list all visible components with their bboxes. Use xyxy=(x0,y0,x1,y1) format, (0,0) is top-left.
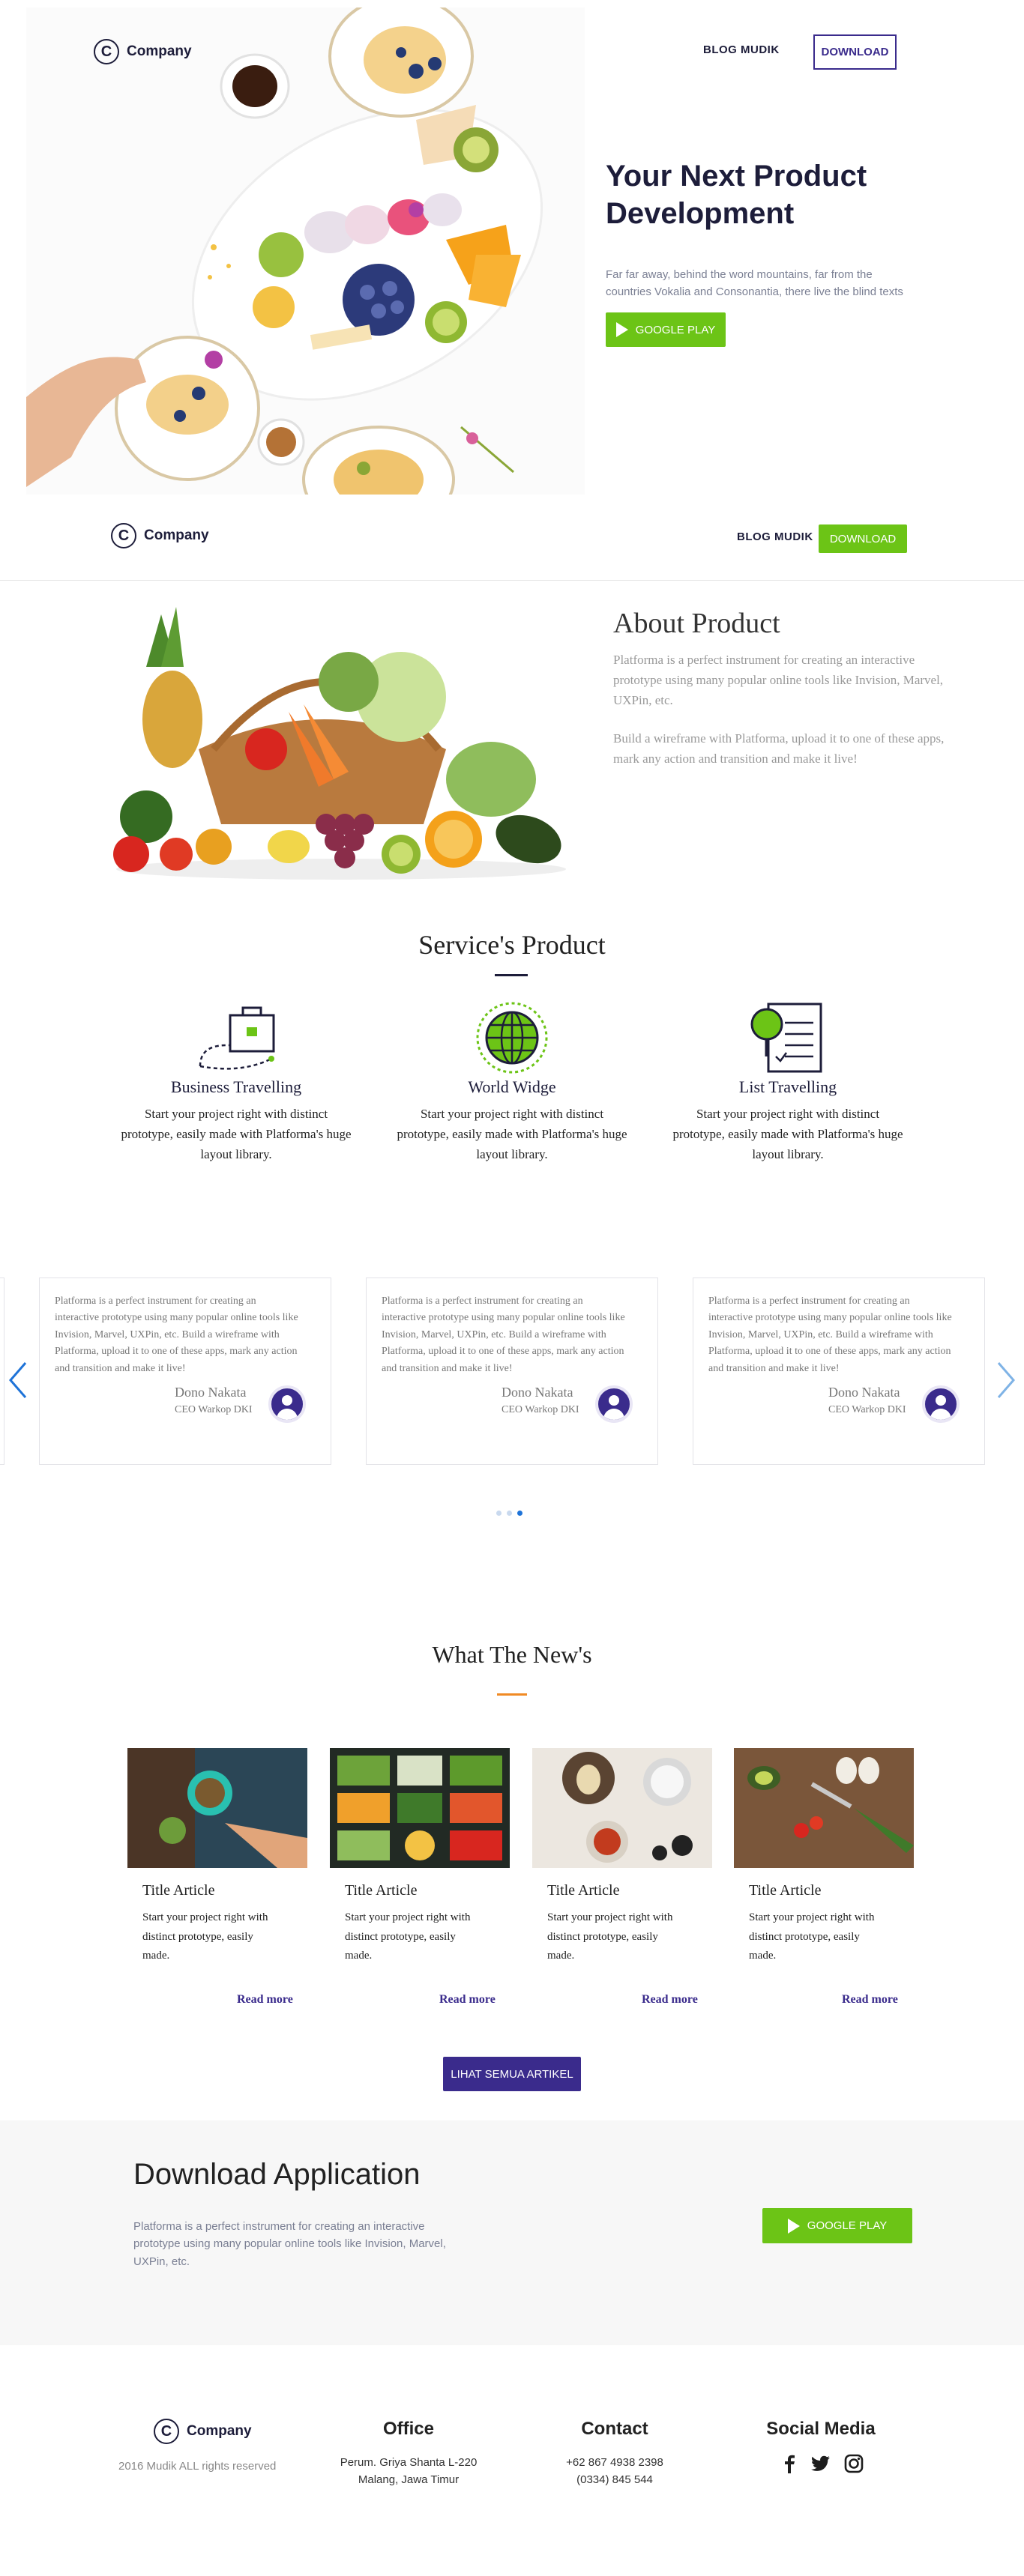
logo-text: Company xyxy=(127,43,192,59)
logo-text: Company xyxy=(187,2423,252,2439)
read-more-link[interactable]: Read more xyxy=(439,1993,496,2007)
instagram-icon[interactable] xyxy=(844,2454,864,2473)
facebook-icon[interactable] xyxy=(781,2454,798,2473)
sticky-download-button[interactable]: DOWNLOAD xyxy=(819,524,907,553)
sticky-logo[interactable]: C Company xyxy=(111,523,209,548)
news-article-title[interactable]: Title Article xyxy=(547,1882,619,1899)
news-article-text: Start your project right with distinct pr… xyxy=(345,1911,471,1962)
testimonial-text: Platforma is a perfect instrument for cr… xyxy=(382,1295,625,1374)
testimonial-role: CEO Warkop DKI xyxy=(828,1404,906,1415)
carousel-dot[interactable] xyxy=(507,1511,512,1516)
read-more-link[interactable]: Read more xyxy=(642,1993,698,2007)
header-logo[interactable]: C Company xyxy=(94,39,192,64)
service-title-business-travelling: Business Travelling xyxy=(170,1077,302,1096)
download-description: Platforma is a perfect instrument for cr… xyxy=(133,2220,446,2268)
testimonial-text: Platforma is a perfect instrument for cr… xyxy=(55,1295,298,1374)
avatar xyxy=(595,1385,633,1423)
hero-google-play-button[interactable]: GOOGLE PLAY xyxy=(606,312,726,347)
hero-image xyxy=(26,7,585,495)
about-paragraph-2: Build a wireframe with Platforma, upload… xyxy=(613,731,945,767)
hero-description: Far far away, behind the word mountains,… xyxy=(606,268,903,299)
news-article-text: Start your project right with distinct pr… xyxy=(142,1911,268,1962)
suitcase-icon xyxy=(196,1000,279,1075)
sticky-nav-blog-mudik[interactable]: BLOG MUDIK xyxy=(737,530,813,543)
twitter-icon[interactable] xyxy=(810,2454,831,2473)
avatar xyxy=(922,1385,960,1423)
about-image xyxy=(101,599,581,884)
testimonial-card: Platforma is a perfect instrument for cr… xyxy=(693,1278,985,1465)
carousel-prev-button[interactable] xyxy=(6,1360,30,1400)
news-article-text: Start your project right with distinct pr… xyxy=(749,1911,875,1962)
footer-office-address: Perum. Griya Shanta L-220 Malang, Jawa T… xyxy=(340,2456,478,2487)
testimonial-name: Dono Nakata xyxy=(828,1385,900,1400)
testimonial-name: Dono Nakata xyxy=(502,1385,573,1400)
download-google-play-button[interactable]: GOOGLE PLAY xyxy=(762,2208,912,2243)
view-all-articles-button[interactable]: LIHAT SEMUA ARTIKEL xyxy=(443,2057,581,2091)
service-title-world-widge: World Widge xyxy=(468,1077,556,1096)
testimonial-card: Platforma is a perfect instrument for cr… xyxy=(39,1278,331,1465)
news-image xyxy=(734,1748,914,1868)
news-article-title[interactable]: Title Article xyxy=(749,1882,821,1899)
news-image xyxy=(532,1748,712,1868)
play-icon xyxy=(787,2218,800,2234)
news-image xyxy=(330,1748,510,1868)
footer-social-heading: Social Media xyxy=(766,2419,876,2439)
footer-contact-details: +62 867 4938 2398 (0334) 845 544 xyxy=(566,2456,663,2487)
news-article-title[interactable]: Title Article xyxy=(142,1882,214,1899)
avatar xyxy=(268,1385,306,1423)
carousel-dot-active[interactable] xyxy=(517,1511,522,1516)
testimonial-role: CEO Warkop DKI xyxy=(502,1404,579,1415)
footer-social-icons xyxy=(778,2454,868,2473)
carousel-dots xyxy=(496,1511,532,1518)
service-title-list-travelling: List Travelling xyxy=(738,1077,837,1096)
logo-text: Company xyxy=(144,527,209,543)
checklist-icon xyxy=(746,1000,828,1075)
read-more-link[interactable]: Read more xyxy=(237,1993,293,2007)
carousel-next-button[interactable] xyxy=(994,1360,1018,1400)
news-title: What The New's xyxy=(432,1641,592,1668)
about-paragraph-1: Platforma is a perfect instrument for cr… xyxy=(613,653,944,708)
testimonial-name: Dono Nakata xyxy=(175,1385,247,1400)
carousel-dot[interactable] xyxy=(496,1511,502,1516)
hero-title: Your Next Product Development xyxy=(606,160,867,230)
testimonial-card: Platforma is a perfect instrument for cr… xyxy=(366,1278,658,1465)
play-icon xyxy=(615,322,628,337)
footer-copyright: 2016 Mudik ALL rights reserved xyxy=(118,2460,277,2473)
chevron-right-icon xyxy=(997,1362,1015,1398)
nav-blog-mudik[interactable]: BLOG MUDIK xyxy=(703,43,780,56)
testimonial-role: CEO Warkop DKI xyxy=(175,1404,253,1415)
news-title-rule xyxy=(497,1693,527,1696)
services-title: Service's Product xyxy=(418,930,606,960)
service-text-list-travelling: Start your project right with distinct p… xyxy=(672,1107,903,1162)
globe-icon xyxy=(471,1000,553,1075)
news-article-text: Start your project right with distinct pr… xyxy=(547,1911,673,1962)
carousel-partial-card xyxy=(0,1278,4,1465)
news-image xyxy=(127,1748,307,1868)
footer-logo[interactable]: C Company xyxy=(154,2419,252,2444)
chevron-left-icon xyxy=(9,1362,27,1398)
read-more-link[interactable]: Read more xyxy=(842,1993,898,2007)
footer-contact-heading: Contact xyxy=(581,2419,648,2439)
services-title-rule xyxy=(495,974,528,976)
news-article-title[interactable]: Title Article xyxy=(345,1882,417,1899)
logo-icon: C xyxy=(94,39,119,64)
footer-office-heading: Office xyxy=(382,2419,434,2439)
logo-icon: C xyxy=(111,523,136,548)
nav-download-button[interactable]: DOWNLOAD xyxy=(813,34,897,70)
testimonial-text: Platforma is a perfect instrument for cr… xyxy=(708,1295,952,1374)
service-text-world-widge: Start your project right with distinct p… xyxy=(397,1107,627,1162)
service-text-business-travelling: Start your project right with distinct p… xyxy=(121,1107,352,1162)
download-title: Download Application xyxy=(133,2158,421,2191)
about-title: About Product xyxy=(613,608,780,639)
logo-icon: C xyxy=(154,2419,179,2444)
